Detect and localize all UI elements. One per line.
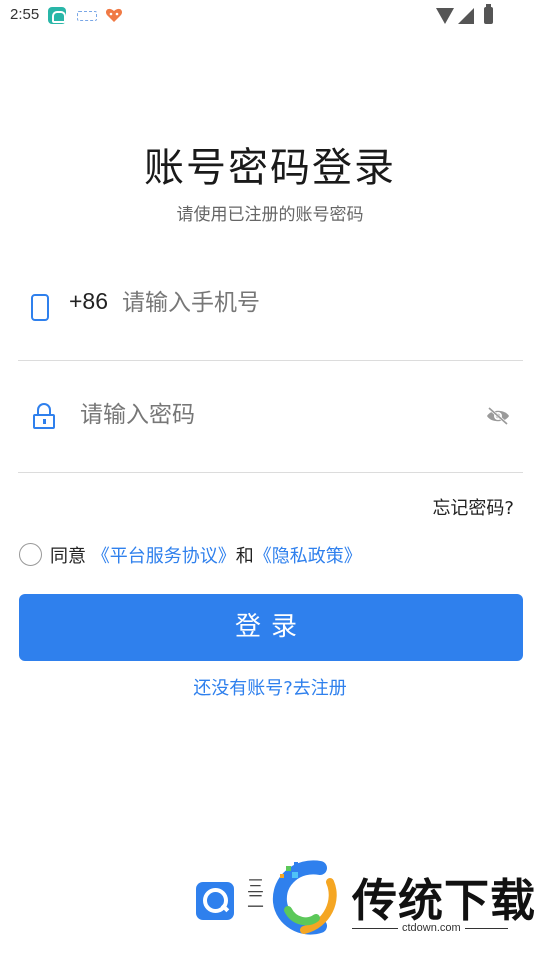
- battery-icon: [484, 4, 493, 24]
- login-button[interactable]: 登录: [19, 594, 523, 661]
- hide-password-eye-icon[interactable]: [486, 406, 510, 426]
- status-time: 2:55: [10, 6, 40, 23]
- watermark-domain: ctdown.com: [398, 922, 465, 934]
- watermark-fragment: 三二: [247, 877, 264, 912]
- agreement-checkbox[interactable]: [19, 543, 42, 566]
- status-bar: 2:55: [0, 0, 540, 32]
- watermark-logo-icon: [268, 860, 348, 936]
- agreement-and: 和: [235, 546, 254, 567]
- platform-agreement-link[interactable]: 《平台服务协议》: [92, 546, 236, 567]
- page-title: 账号密码登录: [144, 145, 396, 191]
- agreement-text: 同意 《平台服务协议》和《隐私政策》: [50, 542, 362, 568]
- phone-input[interactable]: [122, 285, 502, 321]
- agreement-row: 同意 《平台服务协议》和《隐私政策》: [18, 541, 523, 569]
- signal-icon: [458, 8, 474, 24]
- heart-app-icon: [105, 7, 123, 23]
- agreement-prefix: 同意: [50, 546, 86, 567]
- password-field-row: [18, 387, 523, 473]
- phone-field-row: +86: [18, 275, 523, 361]
- password-input[interactable]: [80, 397, 460, 433]
- privacy-policy-link[interactable]: 《隐私政策》: [254, 546, 362, 567]
- wifi-icon: [436, 8, 454, 24]
- register-link[interactable]: 还没有账号?去注册: [0, 674, 540, 700]
- system-indicators: [436, 4, 506, 26]
- forgot-password-link[interactable]: 忘记密码?: [432, 494, 514, 520]
- phone-icon: [31, 294, 49, 321]
- watermark-search-icon: [196, 882, 234, 920]
- glasses-icon: [77, 11, 97, 21]
- watermark-brand: 传统下载: [352, 874, 537, 927]
- page-subtitle: 请使用已注册的账号密码: [176, 205, 364, 225]
- lock-icon: [32, 403, 56, 429]
- country-code[interactable]: +86: [69, 288, 108, 315]
- app-notification-icon: [48, 7, 66, 24]
